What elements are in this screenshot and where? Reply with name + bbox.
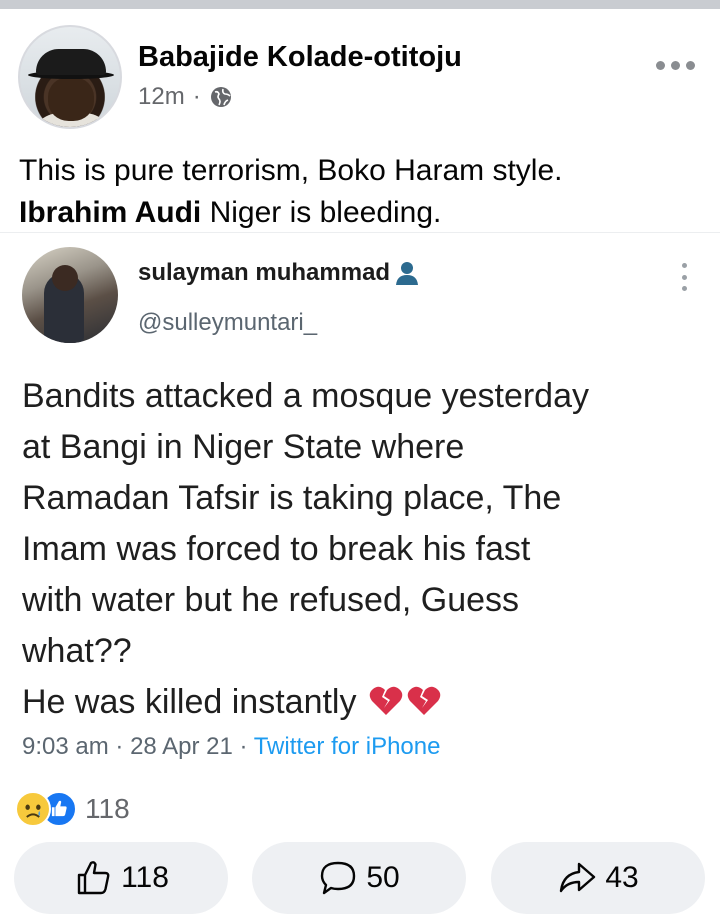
author-name[interactable]: Babajide Kolade-otitoju xyxy=(138,41,462,74)
broken-heart-icon xyxy=(407,686,441,715)
comment-button[interactable]: 50 xyxy=(252,842,466,914)
share-button[interactable]: 43 xyxy=(491,842,705,914)
tweet-source: Twitter for iPhone xyxy=(253,733,441,760)
tweet-time: 9:03 am xyxy=(22,733,109,760)
tweet-separator: · xyxy=(239,733,254,760)
tweet-line: Bandits attacked a mosque yesterday xyxy=(22,377,589,415)
globe-icon xyxy=(210,87,231,107)
share-count: 43 xyxy=(605,861,639,894)
person-icon xyxy=(396,262,419,285)
comment-count: 50 xyxy=(366,861,400,894)
tweet-line: at Bangi in Niger State where xyxy=(22,428,465,466)
mention-link[interactable]: Ibrahim Audi xyxy=(19,196,201,229)
comment-icon xyxy=(321,861,356,895)
author-avatar[interactable] xyxy=(18,25,122,129)
tweet-avatar xyxy=(22,247,118,343)
tweet-line-last: He was killed instantly xyxy=(22,677,712,728)
post-text-line-2: Ibrahim Audi Niger is bleeding. xyxy=(19,192,709,234)
post-time[interactable]: 12m xyxy=(138,83,185,111)
tweet-body: Bandits attacked a mosque yesterday at B… xyxy=(22,371,712,728)
post-text-line-2-rest: Niger is bleeding. xyxy=(201,196,442,229)
tweet-meta: 9:03 am · 28 Apr 21 · Twitter for iPhone xyxy=(22,733,440,761)
like-count: 118 xyxy=(121,861,169,894)
broken-heart-icon xyxy=(369,686,403,715)
reaction-count: 118 xyxy=(85,793,130,824)
thumbs-up-icon xyxy=(77,861,110,895)
sad-icon xyxy=(15,791,51,827)
share-icon xyxy=(560,862,596,893)
tweet-separator: · xyxy=(115,733,131,760)
top-divider xyxy=(0,0,720,9)
tweet-handle: @sulleymuntari_ xyxy=(138,309,318,336)
action-bar: 118 50 43 xyxy=(0,842,720,914)
post-text: This is pure terrorism, Boko Haram style… xyxy=(19,150,709,234)
tweet-line: Imam was forced to break his fast xyxy=(22,530,531,568)
post-header: Babajide Kolade-otitoju 12m · xyxy=(0,9,720,139)
tweet-screenshot[interactable]: sulayman muhammad @sulleymuntari_ Bandit… xyxy=(0,232,720,777)
tweet-line: what?? xyxy=(22,632,132,670)
tweet-author-label: sulayman muhammad xyxy=(138,259,391,286)
post-meta: 12m · xyxy=(138,83,233,111)
meta-separator: · xyxy=(192,83,201,110)
post-text-line-1: This is pure terrorism, Boko Haram style… xyxy=(19,154,563,187)
tweet-author-name: sulayman muhammad xyxy=(138,259,420,287)
like-button[interactable]: 118 xyxy=(14,842,228,914)
tweet-line: Ramadan Tafsir is taking place, The xyxy=(22,479,562,517)
tweet-line: with water but he refused, Guess xyxy=(22,581,520,619)
reactions-summary[interactable]: 118 xyxy=(15,789,130,829)
tweet-line: He was killed instantly xyxy=(22,683,357,721)
tweet-date: 28 Apr 21 xyxy=(130,733,233,760)
tweet-more-icon xyxy=(680,263,688,291)
more-options-icon[interactable] xyxy=(656,55,700,75)
